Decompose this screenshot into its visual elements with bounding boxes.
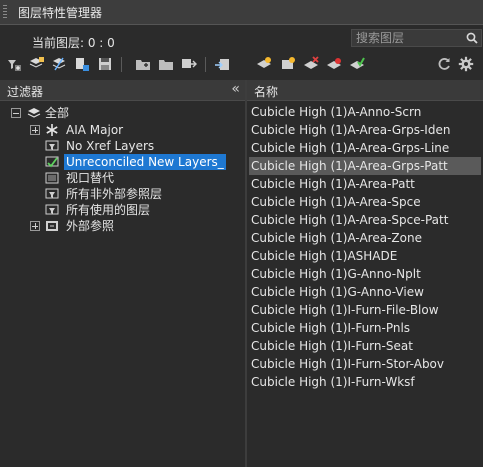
new-layer-icon[interactable] [256, 56, 272, 72]
new-group-filter-icon[interactable] [29, 56, 45, 72]
layer-row[interactable]: Cubicle High (1)ASHADE [249, 247, 481, 265]
refresh-icon[interactable] [436, 56, 452, 72]
check-filter-icon [45, 156, 59, 168]
asterisk-filter-icon [46, 124, 58, 136]
tree-item-xref[interactable]: 外部参照 [0, 218, 240, 234]
delete-layer-icon[interactable] [303, 56, 319, 72]
tree-item-label: 所有使用的图层 [66, 203, 151, 217]
set-current-icon[interactable] [326, 56, 342, 72]
layer-row[interactable]: Cubicle High (1)A-Area-Patt [249, 175, 481, 193]
layers-panel: 名称 Cubicle High (1)A-Anno-Scrn Cubicle H… [247, 80, 483, 467]
tree-item-no-xref[interactable]: No Xref Layers [0, 138, 240, 154]
tree-item-used-layers[interactable]: 所有使用的图层 [0, 202, 240, 218]
tree-item-label: 外部参照 [66, 219, 115, 233]
drag-grip[interactable] [3, 5, 7, 19]
new-folder-icon[interactable] [135, 56, 151, 72]
current-layer-label: 当前图层: 0 : 0 [32, 36, 115, 50]
layer-row[interactable]: Cubicle High (1)A-Area-Spce [249, 193, 481, 211]
tree-item-label: No Xref Layers [66, 139, 155, 153]
column-header-name[interactable]: 名称 [254, 83, 278, 100]
tree-item-label: AIA Major [66, 123, 124, 137]
filter-icon [45, 204, 59, 215]
layer-row[interactable]: Cubicle High (1)I-Furn-Stor-Abov [249, 355, 481, 373]
new-property-filter-icon[interactable] [6, 56, 22, 72]
filter-icon [45, 140, 59, 151]
filter-settings-icon[interactable] [74, 56, 90, 72]
toolbar-separator [121, 57, 122, 72]
tree-item-label: Unreconciled New Layers_ [64, 154, 226, 170]
layer-row-selected[interactable]: Cubicle High (1)A-Area-Grps-Patt [249, 157, 481, 175]
search-icon[interactable] [465, 31, 479, 45]
tree-item-all[interactable]: 全部 [0, 105, 240, 121]
title-bar: 图层特性管理器 [0, 0, 483, 25]
export-icon[interactable] [181, 56, 197, 72]
layer-row[interactable]: Cubicle High (1)A-Anno-Scrn [249, 103, 481, 121]
layers-stack-icon [27, 108, 41, 118]
filters-header: 过滤器 « [0, 80, 245, 101]
layer-row[interactable]: Cubicle High (1)I-Furn-Wksf [249, 373, 481, 391]
layer-row[interactable]: Cubicle High (1)I-Furn-Seat [249, 337, 481, 355]
filter-icon [45, 188, 59, 199]
tree-item-non-xref[interactable]: 所有非外部参照层 [0, 186, 240, 202]
layer-row[interactable]: Cubicle High (1)I-Furn-Pnls [249, 319, 481, 337]
collapse-toggle[interactable] [11, 108, 21, 118]
search-box[interactable] [351, 29, 482, 47]
new-layer-vp-frozen-icon[interactable] [280, 56, 296, 72]
save-icon[interactable] [97, 56, 113, 72]
expand-toggle[interactable] [30, 125, 40, 135]
toolbar-separator [205, 57, 206, 72]
tree-item-unreconciled[interactable]: Unreconciled New Layers_ [0, 154, 240, 170]
layers-header: 名称 [247, 80, 483, 101]
toolbar [0, 52, 483, 78]
layer-row[interactable]: Cubicle High (1)A-Area-Spce-Patt [249, 211, 481, 229]
layer-row[interactable]: Cubicle High (1)G-Anno-View [249, 283, 481, 301]
tree-item-aia-major[interactable]: AIA Major [0, 122, 240, 138]
tree-item-label: 全部 [45, 106, 70, 120]
viewport-filter-icon [45, 172, 59, 184]
gear-icon[interactable] [458, 56, 474, 72]
import-icon[interactable] [214, 56, 230, 72]
merge-layer-icon[interactable] [349, 56, 365, 72]
window-title: 图层特性管理器 [18, 6, 103, 20]
layer-row[interactable]: Cubicle High (1)I-Furn-File-Blow [249, 301, 481, 319]
search-input[interactable] [356, 30, 464, 46]
layer-states-icon[interactable] [51, 56, 67, 72]
layer-row[interactable]: Cubicle High (1)A-Area-Grps-Iden [249, 121, 481, 139]
tree-item-viewport-overrides[interactable]: 视口替代 [0, 170, 240, 186]
layer-row[interactable]: Cubicle High (1)A-Area-Zone [249, 229, 481, 247]
xref-filter-icon [46, 221, 58, 231]
layer-row[interactable]: Cubicle High (1)G-Anno-Nplt [249, 265, 481, 283]
collapse-panel-button[interactable]: « [231, 81, 240, 97]
filters-header-label: 过滤器 [7, 85, 44, 99]
expand-toggle[interactable] [30, 221, 40, 231]
tree-item-label: 所有非外部参照层 [66, 187, 163, 201]
tree-item-label: 视口替代 [66, 171, 115, 185]
layer-row[interactable]: Cubicle High (1)A-Area-Grps-Line [249, 139, 481, 157]
filters-panel: 过滤器 « 全部 AIA Major No Xref Layers Unreco… [0, 80, 247, 467]
open-folder-icon[interactable] [158, 56, 174, 72]
